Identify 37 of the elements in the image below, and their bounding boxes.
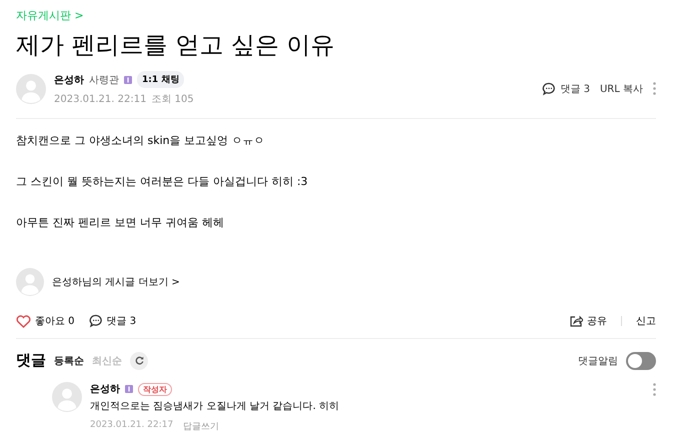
- post-title: 제가 펜리르를 얻고 싶은 이유: [16, 30, 336, 61]
- post-date: 2023.01.21. 22:11: [54, 94, 146, 104]
- author-name[interactable]: 은성하: [54, 72, 84, 86]
- more-icon[interactable]: [653, 82, 656, 95]
- sort-tab[interactable]: 등록순: [54, 354, 84, 368]
- refresh-icon: [134, 356, 144, 365]
- post-paragraph: 아무튼 진짜 펜리르 보면 너무 귀여움 헤헤: [16, 215, 225, 230]
- share-button[interactable]: 공유: [570, 314, 607, 328]
- comments-heading: 댓글: [16, 351, 46, 370]
- more-icon[interactable]: [653, 382, 656, 396]
- avatar-icon: [16, 268, 44, 296]
- comment-text: 개인적으로는 짐승냄새가 오질나게 날거 같습니다. 히히: [90, 400, 340, 413]
- comment-author[interactable]: 은성하: [90, 382, 120, 396]
- comment-icon: [88, 314, 103, 328]
- author-badge: 작성자: [138, 382, 172, 396]
- comment-date: 2023.01.21. 22:17: [90, 420, 174, 432]
- like-button[interactable]: 좋아요 0: [16, 314, 75, 328]
- comment-link[interactable]: 댓글 3: [542, 82, 590, 96]
- url-copy-link[interactable]: URL 복사: [600, 82, 643, 96]
- view-count: 조회 105: [151, 93, 194, 106]
- avatar-icon: [16, 74, 46, 104]
- report-link[interactable]: 신고: [636, 314, 656, 328]
- notify-toggle[interactable]: [626, 352, 656, 370]
- notify-label: 댓글알림: [578, 354, 618, 368]
- share-icon: [570, 315, 583, 327]
- post-paragraph: 그 스킨이 뭘 뜻하는지는 여러분은 다들 아실겁니다 히히 :3: [16, 174, 309, 189]
- comment-icon: [542, 82, 556, 96]
- post-paragraph: 참치캔으로 그 야생소녀의 skin을 보고싶엉 ㅇㅠㅇ: [16, 133, 266, 148]
- more-posts-link[interactable]: 은성하님의 게시글 더보기 >: [52, 275, 180, 289]
- comment-count-link[interactable]: 댓글 3: [88, 314, 136, 328]
- level-icon: [124, 76, 132, 84]
- chat-button[interactable]: 1:1 채팅: [137, 71, 184, 88]
- author-rank: 사령관: [89, 74, 119, 86]
- avatar-icon: [52, 382, 82, 412]
- refresh-button[interactable]: [130, 352, 148, 370]
- heart-icon: [16, 314, 31, 328]
- level-icon: [125, 385, 133, 393]
